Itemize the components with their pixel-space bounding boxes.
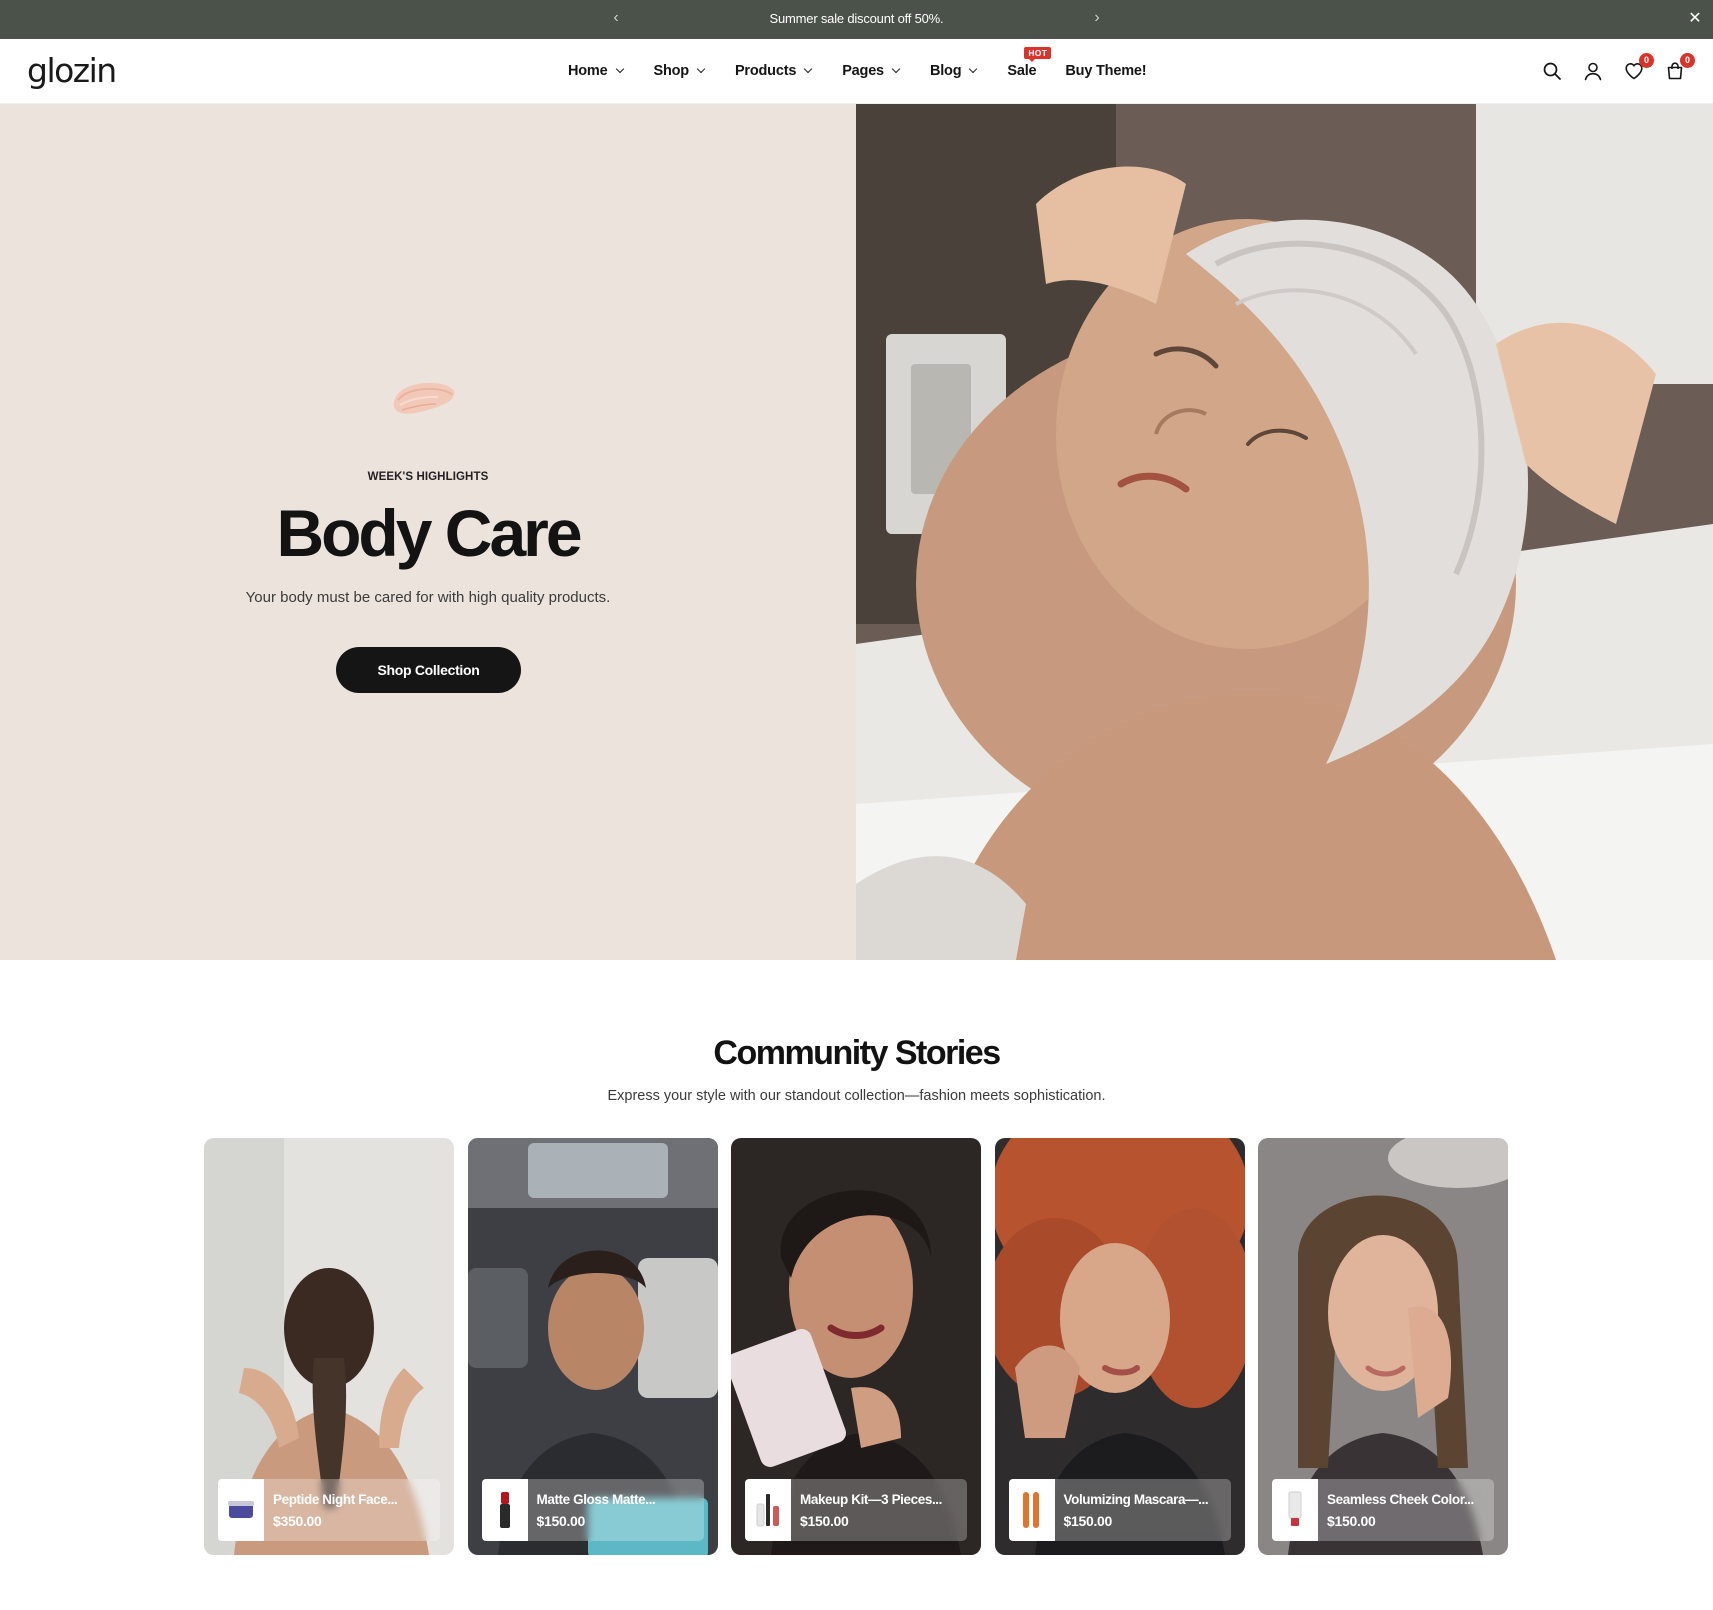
cart-count-badge: 0 — [1680, 53, 1695, 68]
product-info: Matte Gloss Matte... $150.00 — [537, 1492, 656, 1529]
story-product-card[interactable]: Volumizing Mascara—... $150.00 — [1008, 1479, 1231, 1541]
main-nav: Home Shop Products Pages Blog HOT Sale B… — [568, 47, 1177, 79]
product-price: $150.00 — [1063, 1512, 1113, 1529]
product-thumbnail — [745, 1479, 791, 1541]
close-icon[interactable]: ✕ — [1685, 9, 1705, 29]
chevron-down-icon — [969, 64, 978, 74]
product-thumbnail — [1272, 1479, 1318, 1541]
product-name: Matte Gloss Matte... — [536, 1491, 656, 1507]
hero-image-facial-treatment — [856, 104, 1713, 960]
search-icon[interactable] — [1540, 59, 1564, 83]
chevron-down-icon — [696, 64, 706, 74]
story-card[interactable]: Peptide Night Face... $350.00 — [204, 1138, 454, 1555]
nav-label: Home — [568, 63, 608, 79]
community-title: Community Stories — [713, 1034, 1001, 1072]
product-name: Volumizing Mascara—... — [1063, 1491, 1209, 1507]
nav-item-products[interactable]: Products — [734, 63, 813, 79]
product-name: Peptide Night Face... — [273, 1491, 398, 1507]
story-card[interactable]: Makeup Kit—3 Pieces... $150.00 — [731, 1138, 981, 1555]
wishlist-count-badge: 0 — [1639, 53, 1654, 68]
chevron-down-icon — [803, 64, 813, 74]
hero-banner: WEEK'S HIGHLIGHTS Body Care Your body mu… — [0, 104, 1713, 960]
chevron-down-icon — [615, 64, 624, 74]
account-icon[interactable] — [1581, 59, 1605, 83]
site-header: glozin Home Shop Products Pages Blog HOT… — [0, 39, 1713, 104]
nav-item-shop[interactable]: Shop — [653, 63, 706, 79]
nav-item-blog[interactable]: Blog — [929, 63, 978, 79]
product-info: Peptide Night Face... $350.00 — [273, 1491, 398, 1529]
story-product-card[interactable]: Peptide Night Face... $350.00 — [218, 1479, 440, 1541]
facial-treatment-illustration — [856, 104, 1713, 960]
nav-label: Shop — [653, 63, 690, 79]
product-price: $150.00 — [536, 1512, 586, 1529]
product-info: Volumizing Mascara—... $150.00 — [1064, 1492, 1209, 1529]
product-info: Seamless Cheek Color... $150.00 — [1327, 1492, 1474, 1529]
story-card[interactable]: Volumizing Mascara—... $150.00 — [994, 1138, 1245, 1555]
story-product-card[interactable]: Seamless Cheek Color... $150.00 — [1272, 1479, 1494, 1541]
nav-label: Blog — [929, 63, 962, 79]
hero-subtitle: Your body must be cared for with high qu… — [245, 589, 611, 606]
story-card[interactable]: Seamless Cheek Color... $150.00 — [1258, 1138, 1508, 1555]
product-name: Seamless Cheek Color... — [1327, 1491, 1474, 1507]
product-price: $350.00 — [273, 1512, 322, 1529]
announcement-message: Summer sale discount off 50%. — [769, 11, 944, 26]
product-thumbnail — [481, 1479, 528, 1541]
product-thumbnail — [1008, 1479, 1055, 1541]
shop-collection-button[interactable]: Shop Collection — [336, 647, 521, 693]
nav-item-buy-theme[interactable]: Buy Theme! — [1065, 63, 1146, 79]
hero-content: WEEK'S HIGHLIGHTS Body Care Your body mu… — [0, 104, 856, 960]
nav-label: Buy Theme! — [1065, 63, 1147, 79]
nav-item-home[interactable]: Home — [568, 63, 624, 79]
cart-icon[interactable]: 0 — [1663, 53, 1695, 83]
nav-label: Pages — [842, 63, 884, 79]
community-stories-list: Peptide Night Face... $350.00 Matte Glos… — [204, 1138, 1522, 1555]
nav-label: Sale — [1007, 63, 1037, 79]
hero-title: Body Care — [276, 496, 582, 570]
chevron-down-icon — [891, 64, 901, 74]
cream-swatch-image — [393, 382, 455, 414]
logo[interactable]: glozin — [27, 51, 117, 90]
wishlist-icon[interactable]: 0 — [1622, 53, 1654, 83]
product-price: $150.00 — [1327, 1512, 1376, 1529]
product-name: Makeup Kit—3 Pieces... — [800, 1491, 943, 1507]
product-info: Makeup Kit—3 Pieces... $150.00 — [800, 1492, 942, 1529]
story-card[interactable]: Matte Gloss Matte... $150.00 — [467, 1138, 718, 1555]
header-icons: 0 0 — [1523, 53, 1695, 83]
chevron-right-icon[interactable]: › — [1087, 8, 1107, 28]
hero-eyebrow: WEEK'S HIGHLIGHTS — [367, 471, 489, 483]
hot-badge: HOT — [1024, 47, 1052, 62]
community-subtitle: Express your style with our standout col… — [607, 1088, 1106, 1104]
story-product-card[interactable]: Matte Gloss Matte... $150.00 — [481, 1479, 704, 1541]
nav-item-pages[interactable]: Pages — [842, 63, 901, 79]
announcement-bar: ‹ Summer sale discount off 50%. › ✕ — [0, 0, 1713, 39]
story-product-card[interactable]: Makeup Kit—3 Pieces... $150.00 — [745, 1479, 967, 1541]
nav-item-sale[interactable]: HOT Sale — [1007, 47, 1052, 79]
product-price: $150.00 — [800, 1512, 849, 1529]
product-thumbnail — [218, 1479, 264, 1541]
nav-label: Products — [734, 63, 797, 79]
